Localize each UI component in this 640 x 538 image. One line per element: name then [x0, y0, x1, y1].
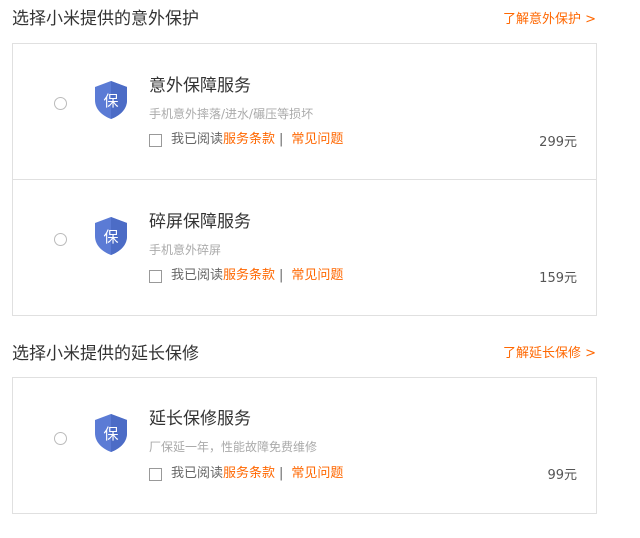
- section-title: 选择小米提供的延长保修: [12, 344, 199, 364]
- terms-link[interactable]: 服务条款: [223, 132, 275, 148]
- price: 99元: [547, 468, 577, 483]
- price: 159元: [539, 271, 577, 286]
- agree-row: 我已阅读 服务条款 | 常见问题: [149, 268, 343, 284]
- agree-checkbox[interactable]: [149, 467, 162, 481]
- agree-checkbox[interactable]: [149, 269, 162, 283]
- service-option-screen[interactable]: 保 碎屏保障服务 手机意外碎屏 我已阅读 服务条款 | 常见问题 159元: [13, 179, 596, 315]
- agree-row: 我已阅读 服务条款 | 常见问题: [149, 466, 343, 482]
- service-title: 碎屏保障服务: [149, 212, 251, 232]
- learn-more-link[interactable]: 了解延长保修 >: [503, 345, 596, 363]
- service-option-extended[interactable]: 保 延长保修服务 厂保延一年，性能故障免费维修 我已阅读 服务条款 | 常见问题…: [13, 378, 596, 513]
- shield-icon: 保: [93, 413, 129, 453]
- shield-badge-text: 保: [103, 92, 118, 110]
- service-option-accident[interactable]: 保 意外保障服务 手机意外摔落/进水/碾压等损坏 我已阅读 服务条款 | 常见问…: [13, 44, 596, 179]
- service-description: 手机意外碎屏: [149, 243, 222, 257]
- separator: |: [279, 268, 284, 283]
- agree-label: 我已阅读: [171, 132, 224, 147]
- agree-checkbox[interactable]: [149, 133, 162, 147]
- separator: |: [279, 132, 284, 147]
- price: 299元: [539, 135, 577, 150]
- agree-label: 我已阅读: [171, 466, 224, 481]
- section-title: 选择小米提供的意外保护: [12, 9, 199, 29]
- terms-link[interactable]: 服务条款: [223, 268, 275, 284]
- faq-link[interactable]: 常见问题: [291, 132, 343, 148]
- select-radio[interactable]: [54, 97, 67, 110]
- faq-link[interactable]: 常见问题: [291, 268, 343, 284]
- service-list: 保 延长保修服务 厂保延一年，性能故障免费维修 我已阅读 服务条款 | 常见问题…: [12, 377, 597, 514]
- service-title: 意外保障服务: [149, 76, 251, 96]
- separator: |: [279, 466, 284, 481]
- agree-row: 我已阅读 服务条款 | 常见问题: [149, 132, 343, 148]
- agree-label: 我已阅读: [171, 268, 224, 283]
- shield-icon: 保: [93, 80, 129, 120]
- shield-icon: 保: [93, 216, 129, 256]
- service-title: 延长保修服务: [149, 409, 251, 429]
- shield-badge-text: 保: [103, 425, 118, 443]
- learn-more-link[interactable]: 了解意外保护 >: [503, 11, 596, 29]
- terms-link[interactable]: 服务条款: [223, 466, 275, 482]
- select-radio[interactable]: [54, 233, 67, 246]
- service-list: 保 意外保障服务 手机意外摔落/进水/碾压等损坏 我已阅读 服务条款 | 常见问…: [12, 43, 597, 316]
- faq-link[interactable]: 常见问题: [291, 466, 343, 482]
- select-radio[interactable]: [54, 432, 67, 445]
- shield-badge-text: 保: [103, 228, 118, 246]
- service-description: 手机意外摔落/进水/碾压等损坏: [149, 107, 314, 121]
- service-description: 厂保延一年，性能故障免费维修: [149, 440, 318, 454]
